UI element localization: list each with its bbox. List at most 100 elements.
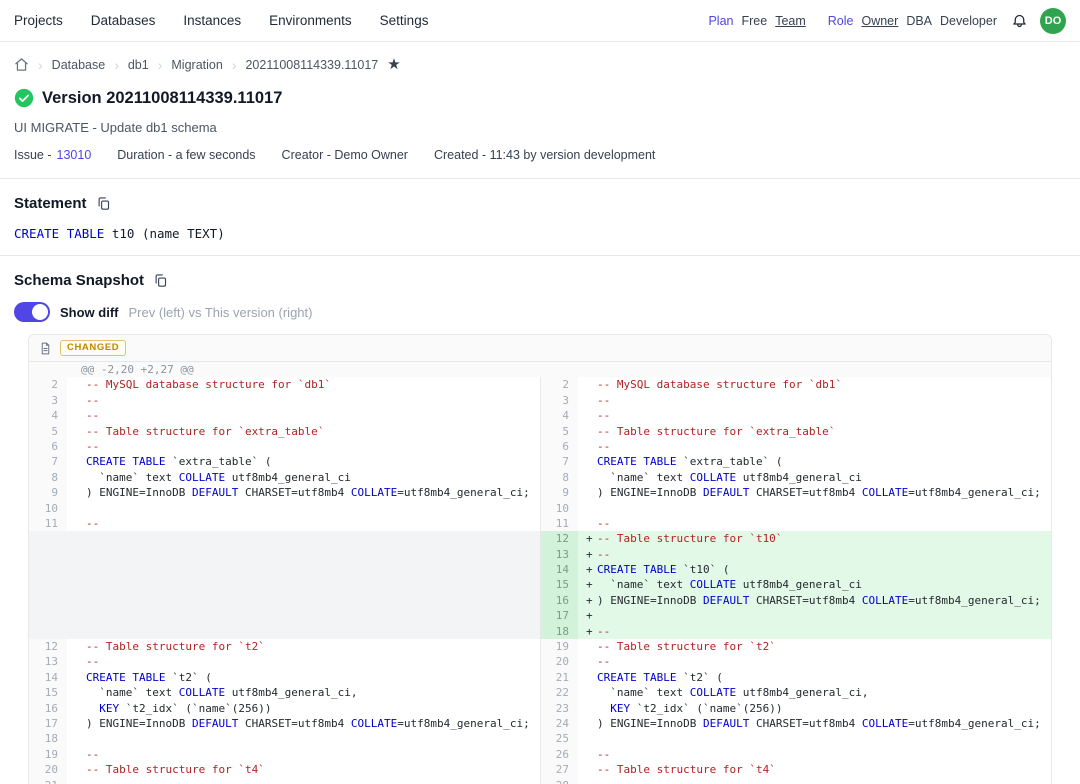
role-developer[interactable]: Developer — [940, 14, 997, 28]
diff-line-code: -- — [67, 747, 540, 762]
diff-line-number: 19 — [540, 639, 578, 654]
diff-line-code — [67, 593, 540, 608]
breadcrumb-version[interactable]: 20211008114339.11017 — [245, 58, 378, 72]
diff-line-number: 16 — [29, 701, 67, 716]
show-diff-label: Show diff — [60, 305, 119, 320]
role-label: Role — [828, 14, 854, 28]
diff-row: 17) ENGINE=InnoDB DEFAULT CHARSET=utf8mb… — [29, 716, 1051, 731]
nav-links: Projects Databases Instances Environment… — [14, 13, 428, 28]
diff-line-number: 21 — [540, 670, 578, 685]
role-owner-link[interactable]: Owner — [861, 14, 898, 28]
diff-line-number: 11 — [29, 516, 67, 531]
diff-line-code: -- — [67, 439, 540, 454]
nav-item-projects[interactable]: Projects — [14, 13, 63, 28]
diff-line-code: -- — [578, 408, 1051, 423]
avatar[interactable]: DO — [1040, 8, 1066, 34]
diff-line-code: `name` text COLLATE utf8mb4_general_ci — [578, 470, 1051, 485]
breadcrumb-db1[interactable]: db1 — [128, 58, 149, 72]
plan-team-link[interactable]: Team — [775, 14, 806, 28]
migration-subtitle: UI MIGRATE - Update db1 schema — [14, 120, 1066, 135]
creator-meta: Creator - Demo Owner — [282, 148, 408, 162]
diff-line-number: 13 — [540, 547, 578, 562]
diff-line-number: 12 — [540, 531, 578, 546]
diff-line-number: 8 — [29, 470, 67, 485]
diff-line-code: KEY `t2_idx` (`name`(256)) — [578, 701, 1051, 716]
diff-row: 15 `name` text COLLATE utf8mb4_general_c… — [29, 685, 1051, 700]
diff-panel: CHANGED @@ -2,20 +2,27 @@ 2-- MySQL data… — [28, 334, 1052, 784]
home-icon[interactable] — [14, 57, 29, 72]
show-diff-toggle[interactable] — [14, 302, 50, 322]
meta-row: Issue - 13010 Duration - a few seconds C… — [14, 148, 1066, 162]
diff-line-number: 23 — [540, 701, 578, 716]
breadcrumb-database[interactable]: Database — [52, 58, 106, 72]
diff-line-code: -- — [578, 439, 1051, 454]
diff-viewer: @@ -2,20 +2,27 @@ 2-- MySQL database str… — [29, 362, 1051, 784]
diff-line-code: ) ENGINE=InnoDB DEFAULT CHARSET=utf8mb4 … — [67, 485, 540, 500]
diff-row: 4--4-- — [29, 408, 1051, 423]
diff-line-number: 26 — [540, 747, 578, 762]
copy-snapshot-icon[interactable] — [153, 273, 168, 288]
created-meta: Created - 11:43 by version development — [434, 148, 655, 162]
diff-line-number: 4 — [540, 408, 578, 423]
diff-row: 14+CREATE TABLE `t10` ( — [29, 562, 1051, 577]
diff-line-number: 2 — [29, 377, 67, 392]
diff-line-code — [67, 577, 540, 592]
nav-item-settings[interactable]: Settings — [380, 13, 429, 28]
diff-line-number: 7 — [540, 454, 578, 469]
diff-rows: 2-- MySQL database structure for `db1`2-… — [29, 377, 1051, 784]
diff-line-number: 3 — [540, 393, 578, 408]
diff-line-code: + `name` text COLLATE utf8mb4_general_ci — [578, 577, 1051, 592]
diff-row: 8 `name` text COLLATE utf8mb4_general_ci… — [29, 470, 1051, 485]
diff-line-code: -- — [67, 393, 540, 408]
diff-line-number — [29, 593, 67, 608]
diff-line-number — [29, 577, 67, 592]
diff-line-number: 2 — [540, 377, 578, 392]
diff-line-code: -- MySQL database structure for `db1` — [578, 377, 1051, 392]
plan-value: Free — [741, 14, 767, 28]
nav-item-environments[interactable]: Environments — [269, 13, 352, 28]
diff-line-code: -- Table structure for `t4` — [67, 762, 540, 777]
diff-line-number: 4 — [29, 408, 67, 423]
diff-row: 7CREATE TABLE `extra_table` (7CREATE TAB… — [29, 454, 1051, 469]
diff-row: 13+-- — [29, 547, 1051, 562]
diff-row: 14CREATE TABLE `t2` (21CREATE TABLE `t2`… — [29, 670, 1051, 685]
schema-snapshot-heading: Schema Snapshot — [14, 272, 144, 289]
diff-hunk-header: @@ -2,20 +2,27 @@ — [29, 362, 1051, 377]
nav-item-databases[interactable]: Databases — [91, 13, 156, 28]
favorite-star-icon[interactable]: ★ — [387, 57, 400, 72]
statement-section: Statement CREATE TABLE t10 (name TEXT) — [0, 179, 1080, 255]
role-dba[interactable]: DBA — [906, 14, 932, 28]
diff-line-number: 19 — [29, 747, 67, 762]
diff-line-code — [578, 731, 1051, 746]
diff-line-code: CREATE TABLE `extra_table` ( — [67, 454, 540, 469]
duration-meta: Duration - a few seconds — [117, 148, 255, 162]
diff-line-number: 12 — [29, 639, 67, 654]
diff-line-number: 13 — [29, 654, 67, 669]
diff-line-code: +-- Table structure for `t10` — [578, 531, 1051, 546]
toggle-knob — [32, 304, 48, 320]
diff-row: 18+-- — [29, 624, 1051, 639]
diff-line-number: 10 — [540, 501, 578, 516]
diff-panel-header: CHANGED — [29, 335, 1051, 362]
diff-row: 5-- Table structure for `extra_table`5--… — [29, 424, 1051, 439]
diff-line-code: -- — [67, 516, 540, 531]
issue-link[interactable]: 13010 — [57, 148, 92, 162]
diff-row: 13--20-- — [29, 654, 1051, 669]
nav-item-instances[interactable]: Instances — [183, 13, 241, 28]
diff-line-number: 15 — [540, 577, 578, 592]
breadcrumb-separator: › — [38, 58, 43, 72]
copy-statement-icon[interactable] — [96, 196, 111, 211]
notification-bell-icon[interactable] — [1011, 12, 1028, 29]
diff-row: 2-- MySQL database structure for `db1`2-… — [29, 377, 1051, 392]
diff-line-code: +-- — [578, 624, 1051, 639]
success-check-icon — [14, 88, 34, 108]
diff-line-code: +) ENGINE=InnoDB DEFAULT CHARSET=utf8mb4… — [578, 593, 1051, 608]
issue-label: Issue - — [14, 148, 52, 162]
diff-row: 12+-- Table structure for `t10` — [29, 531, 1051, 546]
diff-line-code: ) ENGINE=InnoDB DEFAULT CHARSET=utf8mb4 … — [67, 716, 540, 731]
statement-heading: Statement — [14, 195, 87, 212]
breadcrumb-migration[interactable]: Migration — [171, 58, 222, 72]
diff-line-code: -- MySQL database structure for `db1` — [67, 377, 540, 392]
diff-line-code — [67, 501, 540, 516]
breadcrumb-separator: › — [232, 58, 237, 72]
